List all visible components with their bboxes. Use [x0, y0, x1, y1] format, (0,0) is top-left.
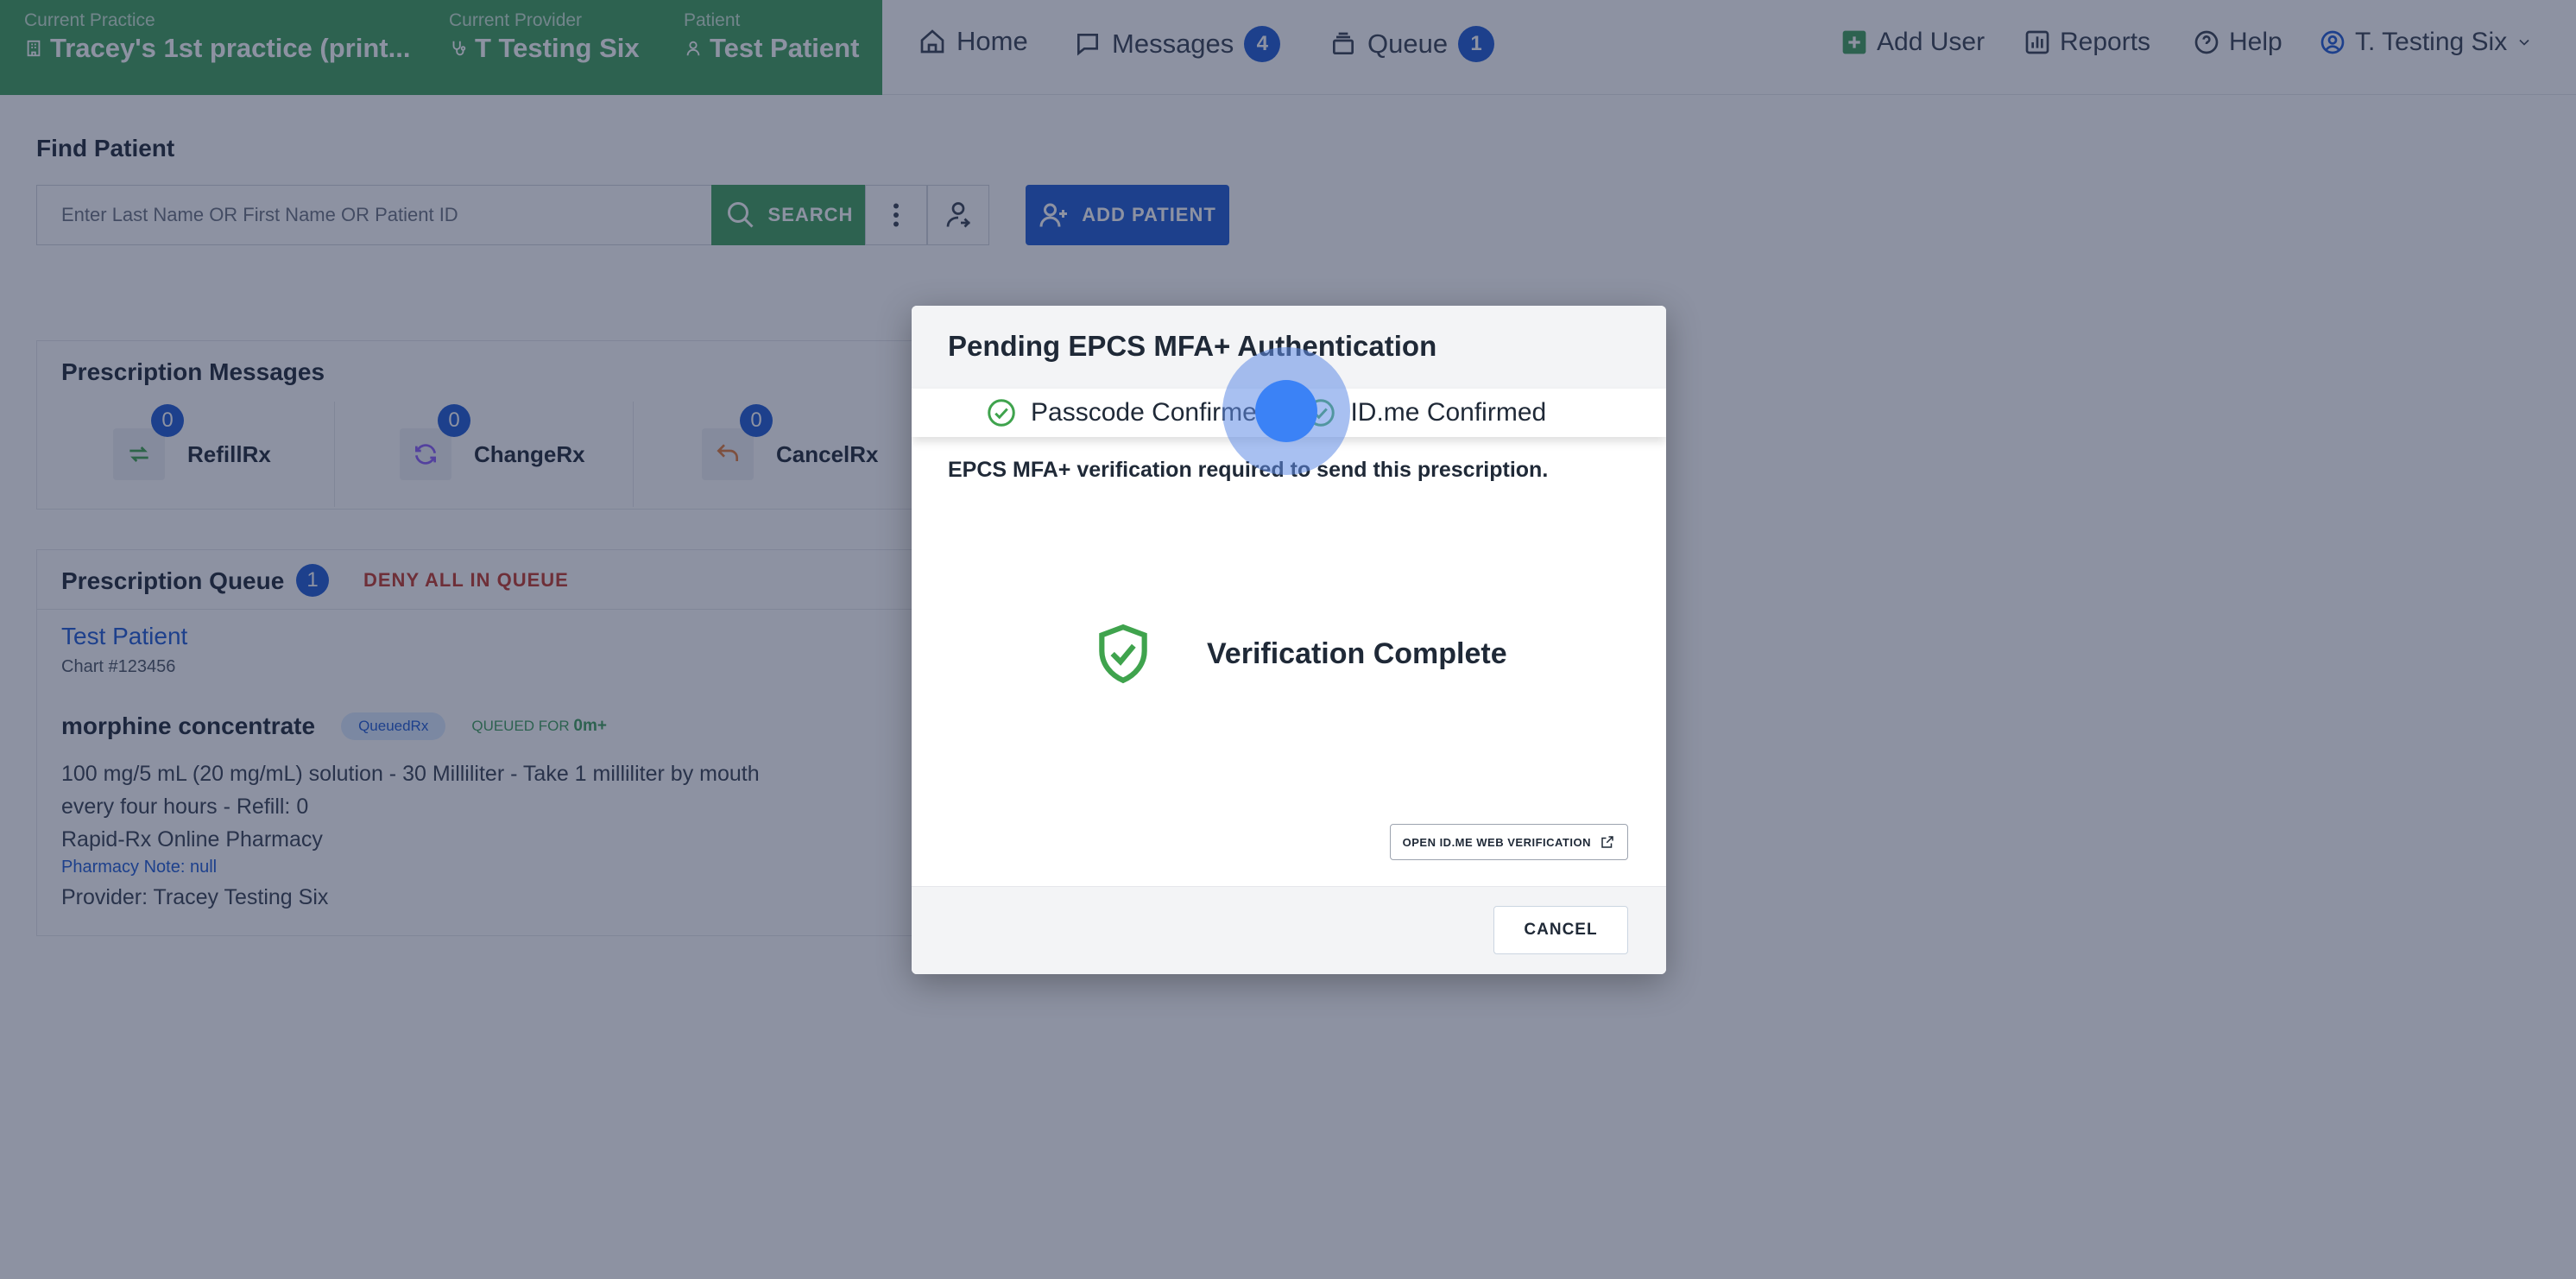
step-idme-label: ID.me Confirmed: [1350, 398, 1547, 427]
check-circle-icon: [988, 399, 1015, 427]
open-idme-button[interactable]: OPEN ID.ME WEB VERIFICATION: [1389, 824, 1628, 860]
open-idme-label: OPEN ID.ME WEB VERIFICATION: [1402, 835, 1591, 849]
verification-status-text: Verification Complete: [1207, 636, 1507, 670]
dialog-footer: CANCEL: [912, 886, 1666, 974]
click-indicator-dot: [1255, 380, 1317, 442]
shield-check-icon: [1099, 624, 1147, 684]
cancel-button[interactable]: CANCEL: [1493, 906, 1628, 954]
external-link-icon: [1601, 836, 1613, 848]
verification-status: Verification Complete: [1091, 622, 1507, 686]
